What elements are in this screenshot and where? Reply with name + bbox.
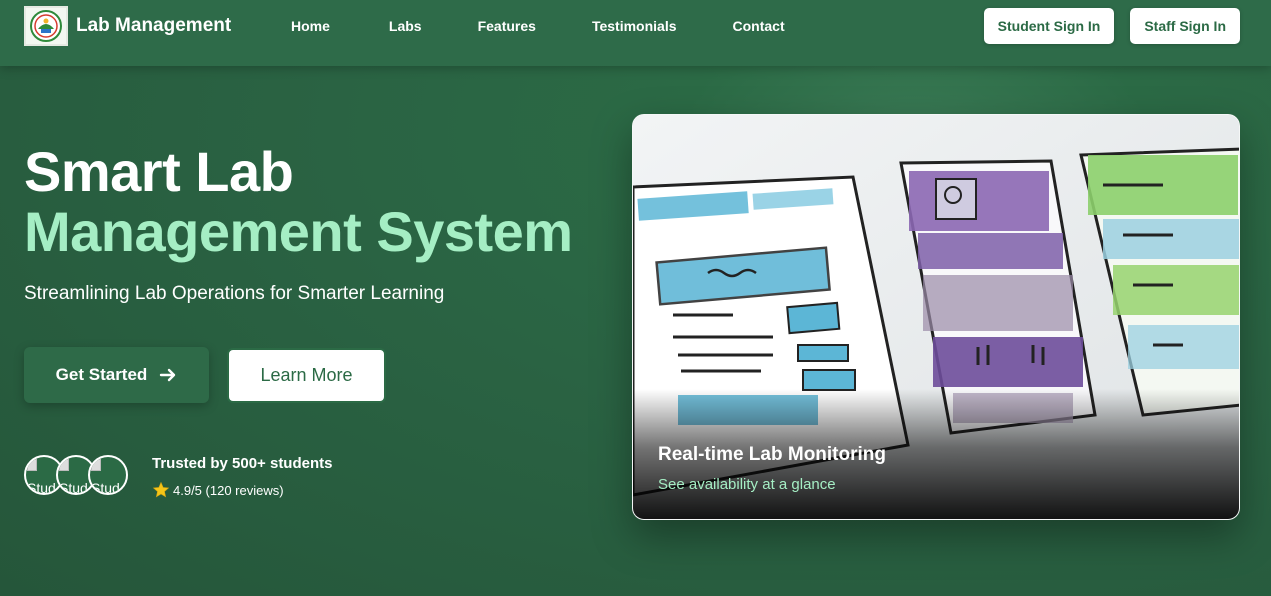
hero-image-card: Real-time Lab Monitoring See availabilit… <box>632 114 1240 520</box>
brand-link[interactable]: Lab Management <box>24 6 231 46</box>
trust-block: Trusted by 500+ students 4.9/5 (120 revi… <box>152 455 332 499</box>
institution-logo-icon <box>24 6 68 46</box>
navbar: Lab Management Home Labs Features Testim… <box>0 0 1271 66</box>
learn-more-button[interactable]: Learn More <box>227 348 386 403</box>
hero-title: Smart Lab Management System <box>24 142 573 262</box>
hero-title-line2: Management System <box>24 200 573 263</box>
nav-actions: Student Sign In Staff Sign In <box>983 8 1240 44</box>
nav-link-testimonials[interactable]: Testimonials <box>592 18 677 34</box>
student-avatars: Stud Stud Stud <box>24 455 128 495</box>
broken-image-icon <box>91 459 101 471</box>
nav-link-contact[interactable]: Contact <box>733 18 785 34</box>
nav-links: Home Labs Features Testimonials Contact <box>291 18 785 34</box>
rating-text: 4.9/5 (120 reviews) <box>173 482 284 498</box>
star-icon <box>152 481 170 498</box>
brand-name: Lab Management <box>76 15 232 36</box>
broken-image-icon <box>59 459 69 471</box>
get-started-button[interactable]: Get Started <box>24 347 209 403</box>
card-subtitle: See availability at a glance <box>658 476 836 493</box>
avatar: Stud <box>88 455 128 495</box>
hero-title-line1: Smart Lab <box>24 140 294 203</box>
hero-subtitle: Streamlining Lab Operations for Smarter … <box>24 283 445 304</box>
nav-link-features[interactable]: Features <box>478 18 536 34</box>
get-started-label: Get Started <box>55 365 148 384</box>
rating: 4.9/5 (120 reviews) <box>152 481 332 499</box>
avatar-alt-text: Stud <box>91 480 120 495</box>
nav-link-labs[interactable]: Labs <box>389 18 422 34</box>
nav-link-home[interactable]: Home <box>291 18 330 34</box>
card-title: Real-time Lab Monitoring <box>658 444 886 465</box>
student-signin-button[interactable]: Student Sign In <box>983 8 1115 44</box>
staff-signin-button[interactable]: Staff Sign In <box>1130 8 1240 44</box>
arrow-right-icon <box>160 368 176 382</box>
broken-image-icon <box>27 459 37 471</box>
trust-title: Trusted by 500+ students <box>152 455 333 472</box>
